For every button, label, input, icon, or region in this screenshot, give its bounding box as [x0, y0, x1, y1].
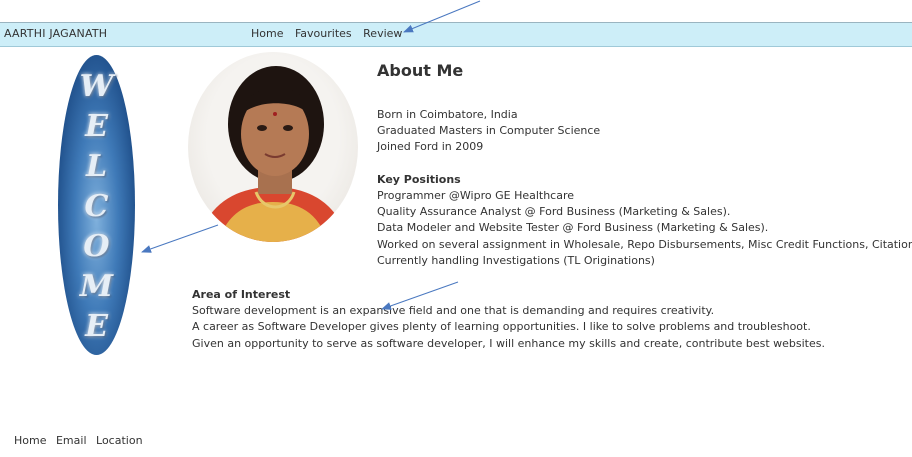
- annotation-arrow: [403, 0, 481, 33]
- annotation-arrow: [141, 224, 219, 253]
- annotation-arrows: [141, 0, 481, 310]
- annotation-arrow: [381, 281, 459, 310]
